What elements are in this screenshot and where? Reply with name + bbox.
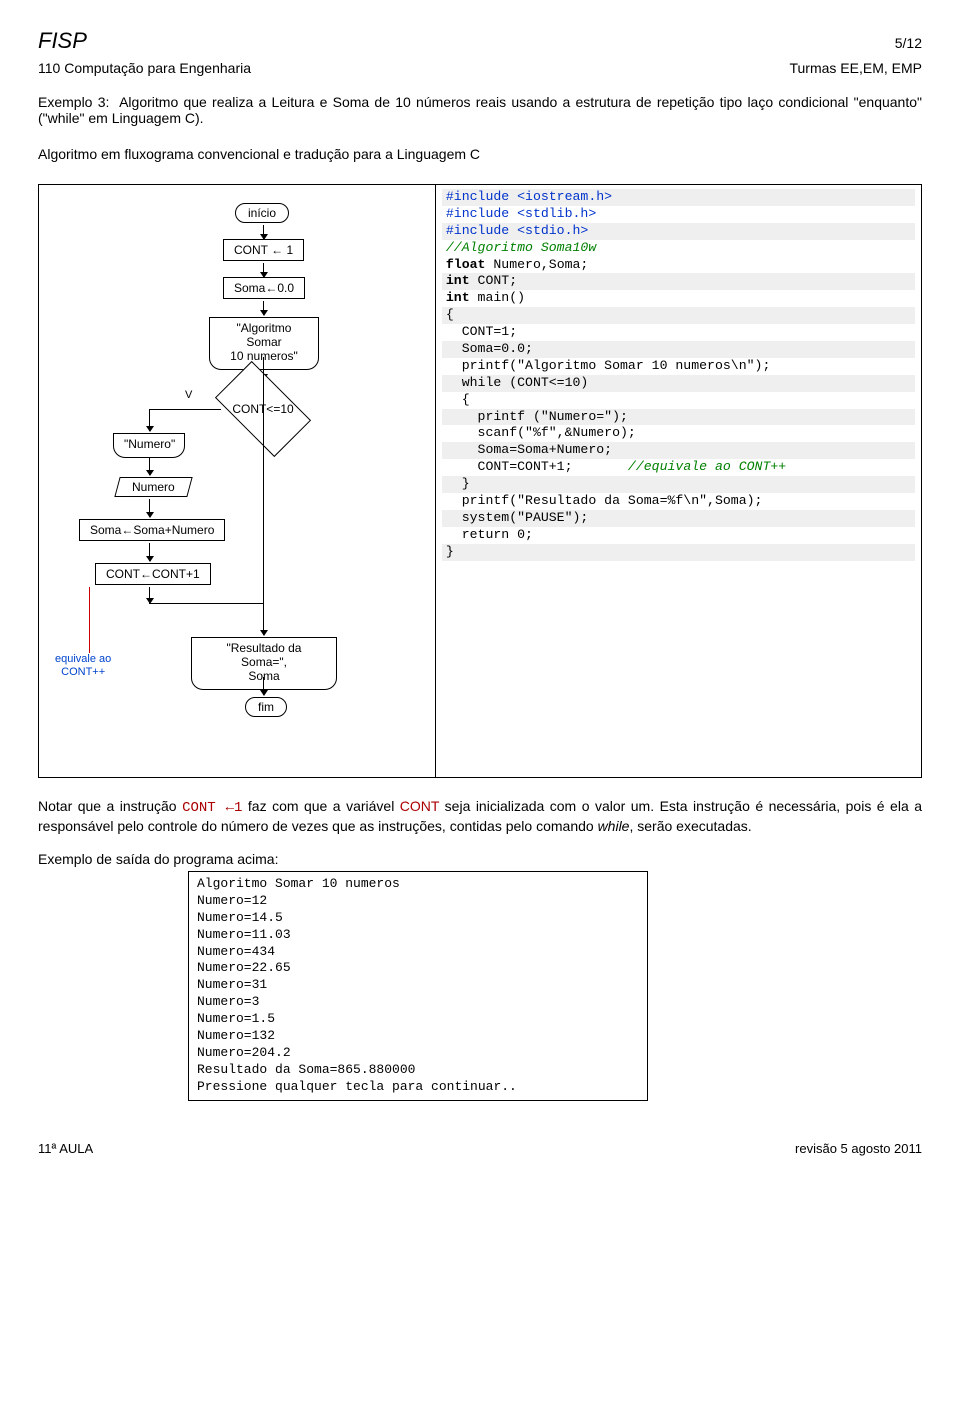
course-code: 110 Computação para Engenharia	[38, 60, 251, 76]
flow-line	[149, 603, 263, 604]
output-line: Numero=14.5	[197, 910, 639, 927]
output-line: Numero=1.5	[197, 1011, 639, 1028]
turmas: Turmas EE,EM, EMP	[789, 60, 922, 76]
note-paragraph: Notar que a instrução CONT ←1 faz com qu…	[38, 798, 922, 835]
note-while: while	[598, 818, 630, 834]
page-number: 5/12	[895, 35, 922, 51]
flow-cont-init: CONT ← 1	[223, 239, 304, 261]
output-line: Numero=434	[197, 944, 639, 961]
flow-cont-inc: CONT←CONT+1	[95, 563, 211, 585]
flow-fim: fim	[245, 697, 287, 717]
flow-soma-add: Soma←Soma+Numero	[79, 519, 225, 541]
output-line: Algoritmo Somar 10 numeros	[197, 876, 639, 893]
flow-print-result-l1: "Resultado da Soma=",	[227, 641, 302, 669]
output-line: Resultado da Soma=865.880000	[197, 1062, 639, 1079]
flow-annotation-line	[89, 587, 90, 653]
note-code-frag: CONT ←1	[182, 800, 242, 816]
flow-decision-label: CONT<=10	[203, 402, 323, 416]
output-line: Pressione qualquer tecla para continuar.…	[197, 1079, 639, 1096]
flow-arrow	[149, 457, 150, 475]
output-line: Numero=132	[197, 1028, 639, 1045]
flow-arrow	[263, 301, 264, 315]
output-box: Algoritmo Somar 10 numerosNumero=12Numer…	[188, 871, 648, 1101]
output-line: Numero=22.65	[197, 960, 639, 977]
example-label: Exemplo 3:	[38, 94, 109, 110]
flow-soma-init: Soma←0.0	[223, 277, 305, 299]
flow-arrow	[149, 409, 150, 431]
flow-arrow	[263, 437, 264, 635]
output-label: Exemplo de saída do programa acima:	[38, 851, 922, 867]
flowchart-pane: início CONT ← 1 Soma←0.0 "Algoritmo Soma…	[39, 185, 436, 777]
flow-print-title: "Algoritmo Somar 10 numeros"	[209, 317, 319, 370]
flow-arrow	[149, 499, 150, 517]
doc-title: FISP	[38, 28, 87, 54]
flow-inicio: início	[235, 203, 289, 223]
flow-print-numero: "Numero"	[113, 433, 185, 458]
code-pane: #include <iostream.h>#include <stdlib.h>…	[436, 185, 921, 777]
flow-arrow	[263, 263, 264, 277]
flow-annotation: equivale aoCONT++	[55, 653, 111, 679]
flow-line	[149, 587, 150, 603]
flow-arrow	[263, 677, 264, 695]
footer-left: 11ª AULA	[38, 1141, 93, 1156]
note-var: CONT	[400, 798, 439, 814]
flow-true-label: V	[185, 389, 192, 401]
flow-arrow	[149, 543, 150, 561]
flow-print-title-l1: "Algoritmo Somar	[237, 321, 292, 349]
output-line: Numero=11.03	[197, 927, 639, 944]
output-line: Numero=204.2	[197, 1045, 639, 1062]
footer-right: revisão 5 agosto 2011	[795, 1141, 922, 1156]
example-text: Algoritmo que realiza a Leitura e Soma d…	[38, 94, 922, 126]
flow-print-result: "Resultado da Soma=", Soma	[191, 637, 337, 690]
output-line: Numero=3	[197, 994, 639, 1011]
output-line: Numero=12	[197, 893, 639, 910]
flow-arrow	[263, 225, 264, 239]
section-heading: Algoritmo em fluxograma convencional e t…	[38, 146, 922, 162]
output-line: Numero=31	[197, 977, 639, 994]
flow-read-numero: Numero	[114, 477, 192, 497]
